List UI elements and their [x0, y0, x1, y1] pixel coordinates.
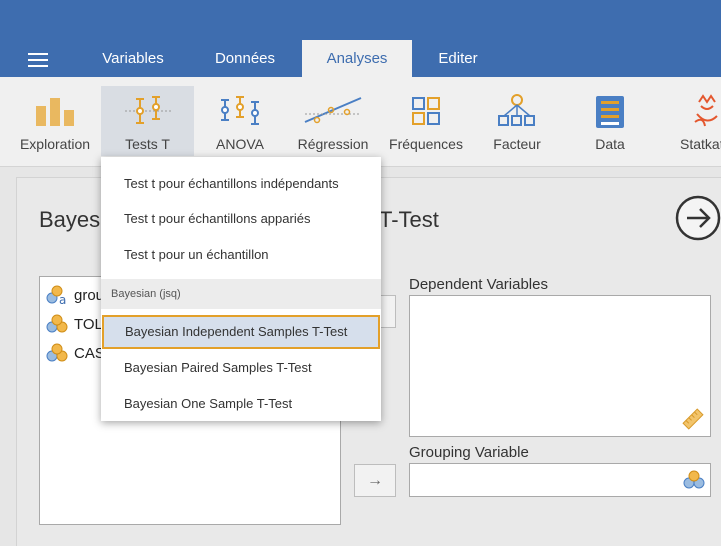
ribbon-label: Exploration [19, 136, 91, 152]
frequencies-icon [412, 97, 440, 125]
analysis-ribbon: Exploration Tests T ANOVA Régression Fré… [0, 77, 721, 167]
grouping-variable-box[interactable] [409, 463, 711, 497]
list-item[interactable]: CAS [46, 342, 105, 364]
nominal-variable-icon: a [46, 285, 66, 305]
menu-item-bayesian-one-sample-ttest[interactable]: Bayesian One Sample T-Test [101, 387, 381, 421]
menu-item-bayesian-independent-ttest[interactable]: Bayesian Independent Samples T-Test [102, 315, 380, 349]
move-to-grouping-button[interactable]: → [354, 464, 396, 497]
next-arrow-icon[interactable] [675, 195, 721, 241]
ribbon-facteur-button[interactable]: Facteur [476, 86, 558, 156]
menu-item-independent-ttest[interactable]: Test t pour échantillons indépendants [101, 167, 381, 201]
ruler-icon [682, 408, 704, 430]
statkat-icon [694, 94, 718, 127]
nominal-variable-icon [46, 314, 68, 333]
menu-item-bayesian-paired-ttest[interactable]: Bayesian Paired Samples T-Test [101, 351, 381, 385]
exploration-icon [36, 98, 74, 126]
ribbon-label: Facteur [493, 136, 541, 152]
tab-donnees[interactable]: Données [196, 40, 294, 77]
arrow-right-icon: → [367, 471, 383, 489]
tab-analyses[interactable]: Analyses [302, 40, 412, 77]
dependent-variables-label: Dependent Variables [409, 276, 548, 293]
data-icon [596, 96, 624, 128]
analysis-title-suffix: T-Test [379, 207, 439, 232]
tab-editer[interactable]: Editer [418, 40, 498, 77]
menu-item-paired-ttest[interactable]: Test t pour échantillons appariés [101, 202, 381, 236]
ttest-icon [124, 96, 171, 124]
anova-icon [221, 96, 259, 125]
ribbon-label: Fréquences [389, 136, 463, 152]
ribbon-label: Tests T [125, 136, 170, 152]
ribbon-tests-t-button[interactable]: Tests T [101, 86, 194, 156]
top-menu-bar: Variables Données Analyses Editer [0, 0, 721, 77]
ribbon-label: Régression [297, 136, 369, 152]
menu-section-bayesian: Bayesian (jsq) [101, 279, 381, 309]
ribbon-regression-button[interactable]: Régression [288, 86, 378, 156]
list-item[interactable]: TOL [46, 313, 103, 335]
ribbon-data-button[interactable]: Data [570, 86, 650, 156]
ribbon-statkat-button[interactable]: Statkat [660, 86, 721, 156]
dependent-variables-box[interactable] [409, 295, 711, 437]
ribbon-anova-button[interactable]: ANOVA [196, 86, 284, 156]
ribbon-frequences-button[interactable]: Fréquences [383, 86, 469, 156]
grouping-variable-label: Grouping Variable [409, 444, 529, 461]
hamburger-menu-icon[interactable] [28, 53, 48, 67]
variable-name: grou [74, 286, 105, 304]
tests-t-dropdown-menu: Test t pour échantillons indépendants Te… [101, 157, 381, 421]
tab-variables[interactable]: Variables [84, 40, 182, 77]
ribbon-label: Data [595, 136, 625, 152]
regression-icon [304, 97, 362, 124]
factor-icon [498, 94, 535, 126]
variable-name: TOL [74, 315, 103, 333]
svg-text:a: a [59, 293, 66, 305]
ribbon-label: ANOVA [216, 136, 264, 152]
ribbon-exploration-button[interactable]: Exploration [10, 86, 100, 156]
nominal-variable-icon [46, 343, 68, 362]
ribbon-label: Statkat [680, 136, 721, 152]
nominal-variable-icon [683, 470, 705, 489]
analysis-title: Bayes [39, 207, 101, 232]
list-item[interactable]: a grou [46, 284, 104, 306]
menu-item-one-sample-ttest[interactable]: Test t pour un échantillon [101, 238, 381, 272]
